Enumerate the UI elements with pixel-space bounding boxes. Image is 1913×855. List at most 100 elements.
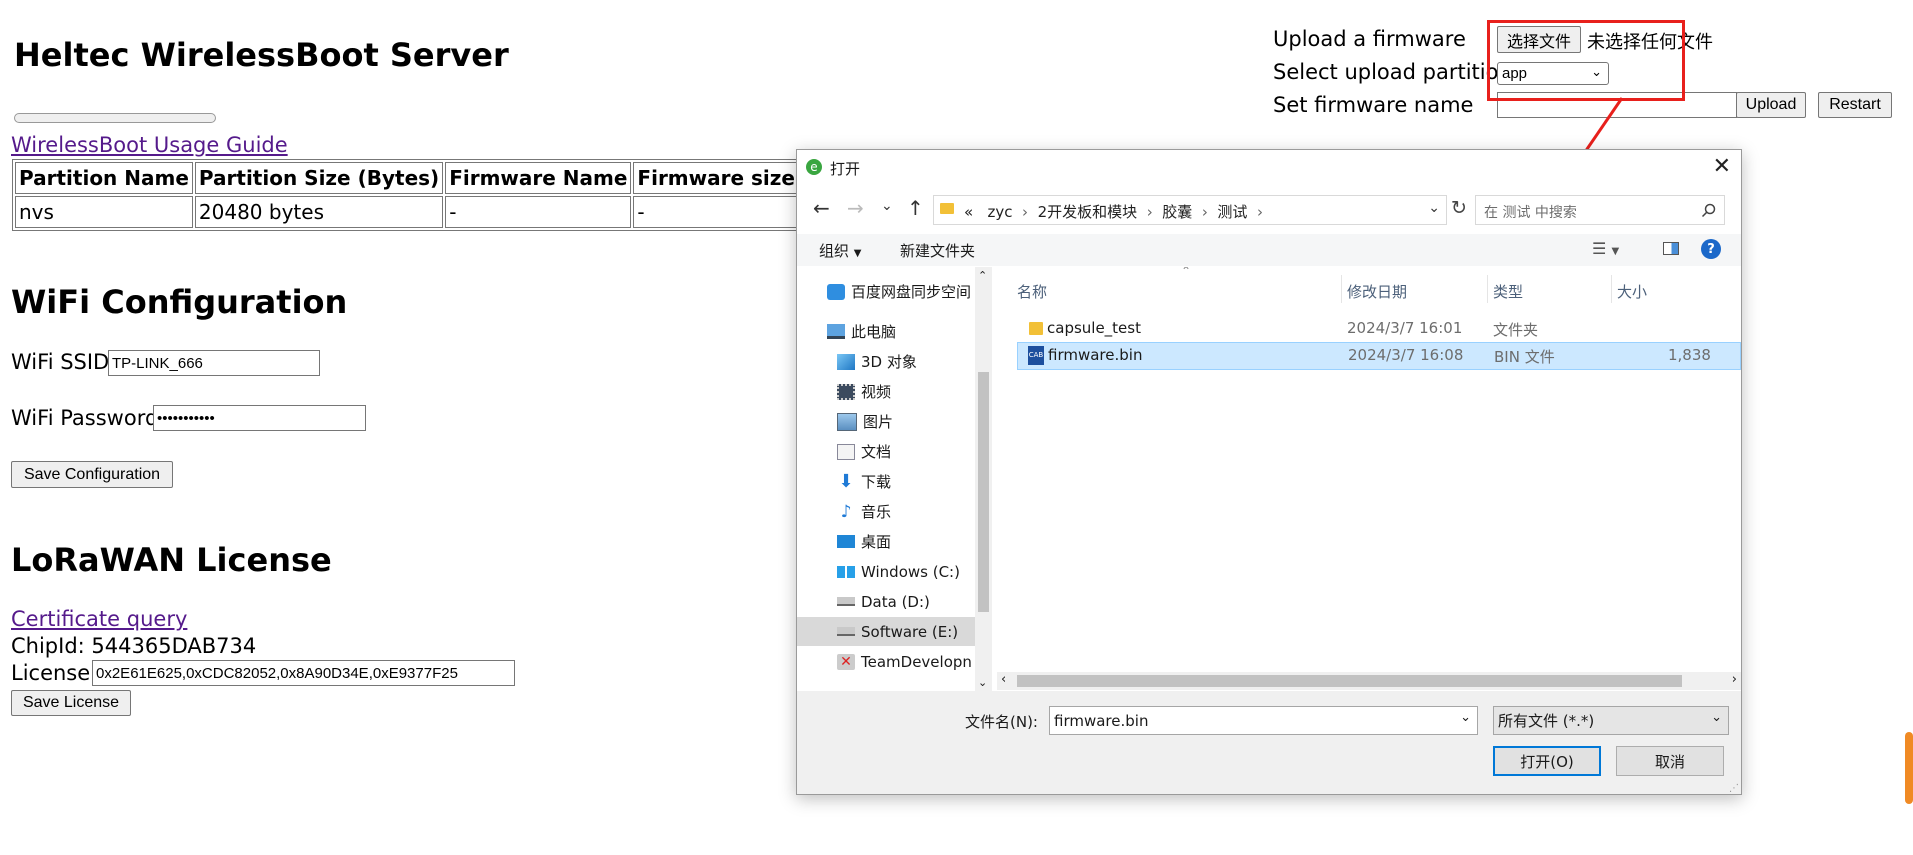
- preview-pane-icon[interactable]: [1663, 242, 1679, 255]
- breadcrumb-item[interactable]: 胶囊: [1162, 203, 1192, 221]
- browser-e-icon: e: [806, 159, 822, 175]
- column-divider: [1341, 275, 1342, 303]
- nav-item-label: 下载: [861, 473, 892, 491]
- license-input[interactable]: [92, 660, 515, 686]
- certificate-query-link[interactable]: Certificate query: [11, 607, 187, 631]
- file-size: 1,838: [1668, 346, 1711, 364]
- table-cell: -: [633, 196, 800, 228]
- address-bar[interactable]: « zyc › 2开发板和模块 › 胶囊 › 测试 › ⌄: [933, 195, 1447, 225]
- scroll-right-icon[interactable]: ›: [1732, 672, 1737, 687]
- firmware-name-label: Set firmware name: [1273, 93, 1474, 117]
- nav-item-drive-c[interactable]: Windows (C:): [837, 557, 992, 586]
- wifi-password-input[interactable]: [153, 405, 366, 431]
- scroll-up-icon[interactable]: ⌃: [978, 269, 987, 282]
- nav-item-music[interactable]: ♪ 音乐: [837, 497, 992, 526]
- search-icon: [1701, 203, 1716, 218]
- documents-icon: [837, 443, 855, 460]
- dialog-titlebar: e 打开 ✕: [797, 150, 1741, 186]
- chevron-right-icon: ›: [1141, 203, 1158, 221]
- address-dropdown-icon[interactable]: ⌄: [1428, 200, 1440, 216]
- file-name: capsule_test: [1047, 319, 1141, 337]
- partition-table-wrap: Partition Name Partition Size (Bytes) Fi…: [0, 150, 800, 240]
- breadcrumb-item[interactable]: zyc: [988, 203, 1013, 221]
- nav-item-this-pc[interactable]: 此电脑: [827, 317, 992, 346]
- annotation-highlight-box: [1487, 20, 1685, 101]
- file-row-capsule-test[interactable]: capsule_test 2024/3/7 16:01 文件夹: [1017, 315, 1741, 343]
- nav-item-downloads[interactable]: ⬇ 下载: [837, 467, 992, 496]
- nav-item-videos[interactable]: 视频: [837, 377, 992, 406]
- hscrollbar-thumb[interactable]: [1017, 675, 1682, 687]
- wifi-heading: WiFi Configuration: [11, 283, 348, 321]
- scroll-down-icon[interactable]: ⌄: [978, 676, 987, 689]
- refresh-icon[interactable]: ↻: [1451, 197, 1467, 219]
- nav-item-label: Software (E:): [861, 622, 959, 641]
- open-button[interactable]: 打开(O): [1493, 746, 1601, 776]
- chevron-right-icon: ›: [1252, 203, 1263, 221]
- close-icon[interactable]: ✕: [1713, 154, 1731, 179]
- nav-item-3d-objects[interactable]: 3D 对象: [837, 347, 992, 376]
- nav-item-drive-e[interactable]: Software (E:): [797, 617, 975, 646]
- search-box[interactable]: 在 测试 中搜索: [1475, 195, 1725, 225]
- nav-item-label: Data (D:): [861, 592, 930, 611]
- baidu-cloud-icon: [827, 283, 845, 300]
- download-icon: ⬇: [838, 470, 854, 492]
- cancel-button[interactable]: 取消: [1616, 746, 1724, 776]
- nav-item-label: 音乐: [861, 503, 892, 521]
- column-header-date[interactable]: 修改日期: [1347, 281, 1407, 302]
- new-folder-button[interactable]: 新建文件夹: [900, 240, 975, 261]
- nav-item-network-drive[interactable]: ✕ TeamDevelopn: [837, 647, 992, 676]
- forward-arrow-icon[interactable]: →: [847, 196, 864, 220]
- nav-item-pictures[interactable]: 图片: [837, 407, 992, 436]
- nav-scrollbar-thumb[interactable]: [978, 372, 989, 612]
- network-drive-icon: ✕: [837, 653, 855, 670]
- filename-combobox[interactable]: firmware.bin ⌄: [1049, 706, 1478, 735]
- file-list: ⌃ 名称 修改日期 类型 大小 capsule_test 2024/3/7 16…: [1017, 267, 1741, 687]
- file-row-firmware-bin[interactable]: CAB firmware.bin 2024/3/7 16:08 BIN 文件 1…: [1017, 342, 1741, 370]
- music-icon: ♪: [840, 501, 852, 522]
- pictures-icon: [837, 412, 857, 431]
- resize-grip-icon[interactable]: ⋰: [1729, 783, 1739, 794]
- save-license-button[interactable]: Save License: [11, 690, 131, 716]
- nav-item-documents[interactable]: 文档: [837, 437, 992, 466]
- save-configuration-button[interactable]: Save Configuration: [11, 461, 173, 488]
- restart-button[interactable]: Restart: [1818, 92, 1892, 118]
- nav-item-drive-d[interactable]: Data (D:): [837, 587, 992, 616]
- file-type-filter[interactable]: 所有文件 (*.*) ⌄: [1493, 706, 1729, 735]
- nav-item-label: 视频: [861, 383, 892, 401]
- table-cell: 20480 bytes: [194, 196, 444, 228]
- table-header: Firmware Name: [445, 162, 632, 194]
- nav-scrollbar[interactable]: ⌃ ⌄: [975, 267, 992, 691]
- table-row: nvs 20480 bytes - - -: [15, 196, 800, 228]
- file-list-hscrollbar[interactable]: ‹ ›: [997, 672, 1741, 690]
- filename-value: firmware.bin: [1054, 711, 1149, 730]
- view-options-icon[interactable]: ☰ ▼: [1592, 239, 1619, 258]
- navigation-pane: 百度网盘同步空间 此电脑 3D 对象 视频 图片 文档 ⬇ 下载 ♪ 音乐 桌面…: [797, 267, 992, 691]
- wifi-ssid-input[interactable]: [108, 350, 320, 376]
- file-type: BIN 文件: [1494, 348, 1555, 366]
- breadcrumb-item[interactable]: 测试: [1217, 203, 1247, 221]
- dialog-title: 打开: [830, 160, 861, 178]
- column-header-size[interactable]: 大小: [1617, 281, 1647, 302]
- nav-item-label: 桌面: [861, 533, 892, 551]
- scroll-left-icon[interactable]: ‹: [1001, 672, 1006, 687]
- page-scrollbar[interactable]: [1905, 732, 1913, 804]
- column-header-name[interactable]: 名称: [1017, 281, 1047, 302]
- nav-item-baidu[interactable]: 百度网盘同步空间: [827, 277, 992, 306]
- column-divider: [1487, 275, 1488, 303]
- wifi-ssid-label: WiFi SSID:: [11, 350, 117, 374]
- breadcrumb-overflow[interactable]: «: [964, 203, 973, 221]
- filter-value: 所有文件 (*.*): [1498, 712, 1595, 730]
- upload-button[interactable]: Upload: [1736, 92, 1806, 118]
- nav-item-label: 图片: [863, 413, 894, 431]
- column-header-type[interactable]: 类型: [1493, 281, 1523, 302]
- breadcrumb-item[interactable]: 2开发板和模块: [1038, 203, 1138, 221]
- help-icon[interactable]: ?: [1701, 239, 1721, 259]
- nav-item-desktop[interactable]: 桌面: [837, 527, 992, 556]
- nav-item-label: 文档: [861, 443, 892, 461]
- chipid-text: ChipId: 544365DAB734: [11, 634, 257, 658]
- organize-menu[interactable]: 组织 ▼: [819, 240, 862, 261]
- recent-dropdown-icon[interactable]: ⌄: [881, 198, 893, 214]
- windows-drive-icon: [837, 565, 855, 578]
- up-arrow-icon[interactable]: ↑: [907, 196, 924, 220]
- back-arrow-icon[interactable]: ←: [813, 196, 830, 220]
